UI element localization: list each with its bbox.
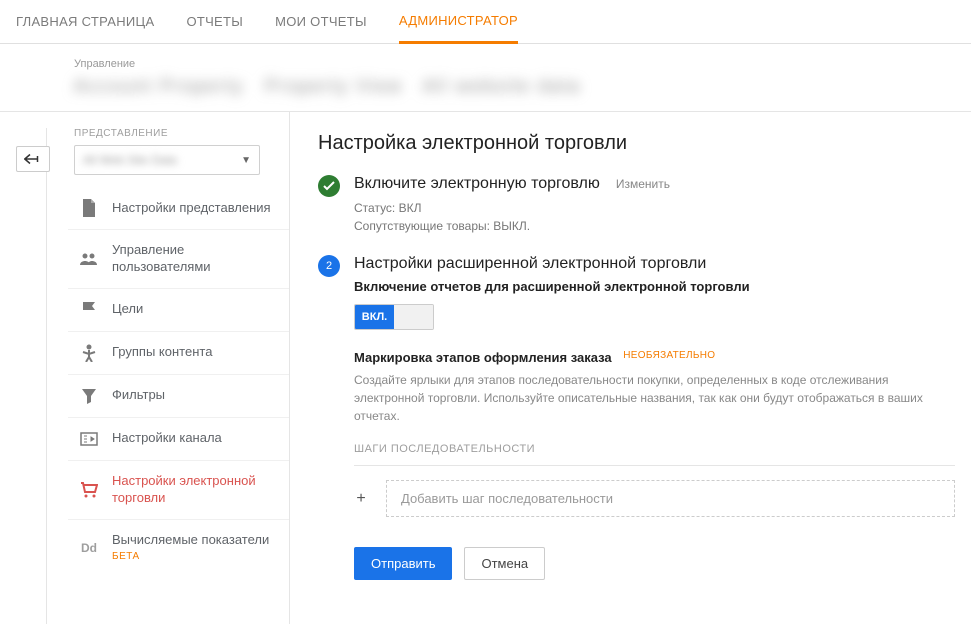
back-arrow-icon (24, 153, 42, 165)
submit-button[interactable]: Отправить (354, 547, 452, 580)
sidebar-item-label: Настройки электронной торговли (112, 473, 281, 507)
tab-reports[interactable]: ОТЧЕТЫ (186, 0, 243, 44)
channel-icon (80, 430, 98, 448)
management-label: Управление (74, 58, 955, 70)
enhanced-ecommerce-toggle[interactable]: ВКЛ. (354, 304, 434, 330)
sidebar-item-content-groups[interactable]: Группы контента (68, 332, 289, 375)
person-arms-icon (80, 344, 98, 362)
view-label: ПРЕДСТАВЛЕНИЕ (74, 128, 289, 139)
check-icon (318, 175, 340, 197)
add-funnel-step-button[interactable]: Добавить шаг последовательности (386, 480, 955, 517)
funnel-icon (80, 387, 98, 405)
view-dropdown-value: All Web Site Data (83, 153, 177, 167)
divider (354, 465, 955, 466)
step1-status: Статус: ВКЛ (354, 199, 955, 217)
cancel-button[interactable]: Отмена (464, 547, 545, 580)
toggle-off-side (394, 305, 433, 329)
sidebar-item-filters[interactable]: Фильтры (68, 375, 289, 418)
checkout-labeling-help: Создайте ярлыки для этапов последователь… (354, 371, 955, 425)
beta-tag: БЕТА (112, 550, 269, 563)
tab-home[interactable]: ГЛАВНАЯ СТРАНИЦА (16, 0, 154, 44)
sidebar-item-calculated-metrics[interactable]: Dd Вычисляемые показатели БЕТА (68, 520, 289, 576)
sidebar-item-channel-settings[interactable]: Настройки канала (68, 418, 289, 461)
sidebar-item-label: Управление пользователями (112, 242, 281, 276)
sidebar-item-label: Фильтры (112, 387, 165, 404)
step2-badge: 2 (318, 255, 340, 277)
flag-icon (80, 301, 98, 319)
admin-header: Управление Account Property Property Vie… (0, 44, 971, 112)
optional-tag: НЕОБЯЗАТЕЛЬНО (623, 350, 715, 361)
sidebar-item-label: Группы контента (112, 344, 212, 361)
sidebar-item-label: Настройки представления (112, 200, 271, 217)
sidebar-item-label: Вычисляемые показатели БЕТА (112, 532, 269, 564)
back-button[interactable] (16, 146, 50, 172)
checkout-labeling-heading: Маркировка этапов оформления заказа (354, 350, 612, 365)
account-breadcrumb: Account Property Property View All websi… (74, 76, 955, 97)
page-title: Настройка электронной торговли (318, 132, 955, 155)
step1-related: Сопутствующие товары: ВЫКЛ. (354, 217, 955, 235)
top-nav: ГЛАВНАЯ СТРАНИЦА ОТЧЕТЫ МОИ ОТЧЕТЫ АДМИН… (0, 0, 971, 44)
step2-title: Настройки расширенной электронной торгов… (354, 255, 955, 273)
funnel-steps-heading: ШАГИ ПОСЛЕДОВАТЕЛЬНОСТИ (354, 443, 955, 455)
users-icon (80, 250, 98, 268)
toggle-on-label: ВКЛ. (355, 305, 394, 329)
step-enhanced-ecommerce: 2 Настройки расширенной электронной торг… (318, 255, 955, 580)
sidebar-item-user-management[interactable]: Управление пользователями (68, 230, 289, 289)
tab-my-reports[interactable]: МОИ ОТЧЕТЫ (275, 0, 367, 44)
step2-subheading: Включение отчетов для расширенной электр… (354, 279, 955, 294)
step-enable-ecommerce: Включите электронную торговлю Изменить С… (318, 175, 955, 235)
content-panel: Настройка электронной торговли Включите … (290, 112, 971, 624)
plus-icon: + (354, 490, 368, 508)
tab-admin[interactable]: АДМИНИСТРАТОР (399, 0, 518, 44)
sidebar-item-label: Настройки канала (112, 430, 222, 447)
sidebar-item-label: Цели (112, 301, 143, 318)
sidebar-item-goals[interactable]: Цели (68, 289, 289, 332)
sidebar-item-view-settings[interactable]: Настройки представления (68, 187, 289, 230)
cart-icon (80, 481, 98, 499)
step1-title: Включите электронную торговлю (354, 175, 600, 193)
view-dropdown[interactable]: All Web Site Data ▼ (74, 145, 260, 175)
sidebar-item-ecommerce-settings[interactable]: Настройки электронной торговли (68, 461, 289, 520)
dd-icon: Dd (80, 539, 98, 557)
caret-down-icon: ▼ (241, 155, 251, 166)
document-icon (80, 199, 98, 217)
sidebar: Настройки представления Управление польз… (68, 187, 289, 575)
add-funnel-step-row: + Добавить шаг последовательности (354, 480, 955, 517)
edit-link[interactable]: Изменить (616, 177, 670, 191)
